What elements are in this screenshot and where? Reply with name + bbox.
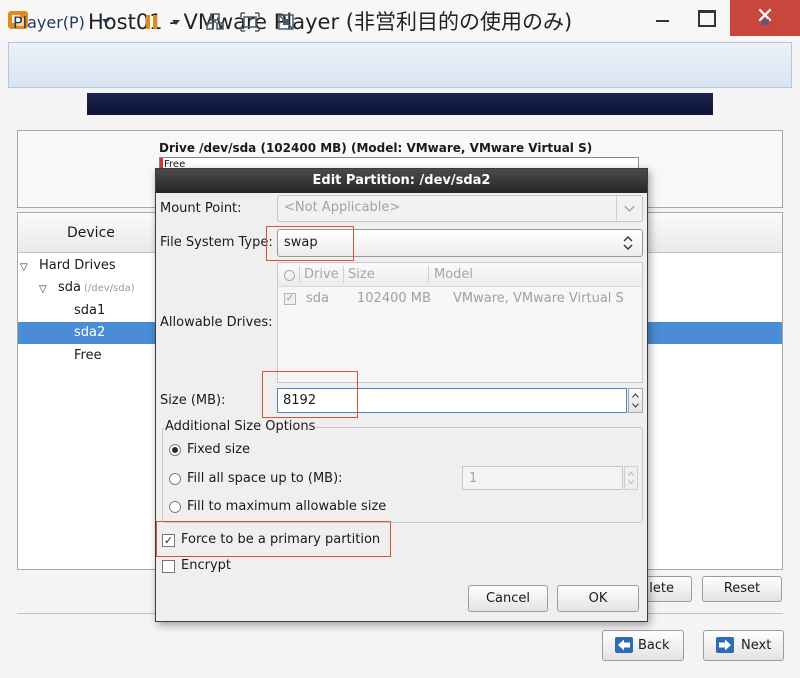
fill-up-to-spinner[interactable] — [624, 466, 638, 490]
window-title: Host01 - VMware Player (非営利目的の使用のみ) — [88, 10, 573, 34]
pause-icon[interactable] — [146, 15, 158, 29]
drives-column-drive[interactable]: Drive — [304, 267, 339, 282]
player-menu-dropdown-icon[interactable] — [102, 19, 110, 24]
tree-item-sda[interactable]: sda — [58, 280, 81, 295]
size-highlight — [262, 371, 358, 418]
additional-size-options-legend: Additional Size Options — [164, 419, 317, 434]
file-system-type-label: File System Type: — [160, 235, 273, 250]
up-down-chevron-icon — [623, 236, 633, 250]
power-dropdown-icon[interactable] — [172, 20, 180, 25]
column-separator — [343, 266, 344, 283]
drive-row-model: VMware, VMware Virtual S — [453, 291, 624, 306]
size-label: Size (MB): — [160, 393, 226, 408]
send-ctrl-alt-del-icon[interactable] — [205, 12, 225, 32]
fixed-size-radio[interactable] — [169, 444, 181, 456]
drive-row-size: 102400 MB — [357, 291, 431, 306]
mount-point-combo[interactable]: <Not Applicable> — [277, 195, 643, 222]
installer-banner — [87, 93, 713, 115]
encrypt-label[interactable]: Encrypt — [181, 558, 231, 573]
ok-button[interactable]: OK — [557, 585, 639, 612]
force-primary-highlight — [156, 521, 391, 557]
fill-max-radio[interactable] — [169, 501, 181, 513]
maximize-button[interactable] — [690, 4, 720, 34]
unity-mode-icon[interactable] — [276, 12, 296, 32]
player-menu[interactable]: Player(P) — [13, 13, 85, 32]
fixed-size-label[interactable]: Fixed size — [187, 442, 250, 457]
drive-title: Drive /dev/sda (102400 MB) (Model: VMwar… — [159, 141, 593, 155]
fill-max-label[interactable]: Fill to maximum allowable size — [187, 499, 386, 514]
fill-up-to-input[interactable] — [462, 466, 623, 490]
tree-item-hard-drives[interactable]: Hard Drives — [39, 258, 116, 273]
fit-guest-icon[interactable] — [240, 12, 260, 32]
minimize-button[interactable] — [648, 4, 678, 34]
fill-up-to-radio[interactable] — [169, 473, 181, 485]
next-arrow-icon — [716, 637, 734, 653]
column-separator — [428, 266, 429, 283]
encrypt-checkbox[interactable] — [162, 560, 175, 573]
expand-hard-drives-icon[interactable]: ▽ — [20, 262, 28, 273]
collapse-toolbar-icon[interactable]: « — [760, 12, 770, 31]
mount-point-label: Mount Point: — [160, 201, 242, 216]
drive-row-name: sda — [306, 291, 329, 306]
expand-sda-icon[interactable]: ▽ — [39, 284, 47, 295]
back-arrow-icon — [615, 637, 633, 653]
size-spinner[interactable] — [628, 388, 643, 413]
vmware-toolbar — [8, 42, 792, 88]
drive-sda-checkbox[interactable]: ✓ — [284, 293, 296, 305]
tree-item-sda1[interactable]: sda1 — [74, 303, 105, 318]
drives-column-model[interactable]: Model — [434, 267, 473, 282]
file-system-type-highlight — [266, 226, 354, 261]
tree-item-free[interactable]: Free — [74, 348, 102, 363]
fill-up-to-label[interactable]: Fill all space up to (MB): — [187, 471, 343, 486]
tree-item-sda2[interactable]: sda2 — [74, 325, 105, 340]
drive-header-radio — [284, 270, 295, 281]
column-separator — [299, 266, 300, 283]
dialog-title: Edit Partition: /dev/sda2 — [156, 169, 647, 193]
reset-button[interactable]: Reset — [702, 576, 782, 602]
device-column-label: Device — [67, 225, 115, 241]
drives-column-size[interactable]: Size — [348, 267, 375, 282]
allowable-drives-label: Allowable Drives: — [160, 315, 273, 330]
tree-item-sda-path: (/dev/sda) — [84, 283, 135, 294]
chevron-down-icon — [616, 196, 635, 221]
cancel-button[interactable]: Cancel — [468, 585, 548, 612]
